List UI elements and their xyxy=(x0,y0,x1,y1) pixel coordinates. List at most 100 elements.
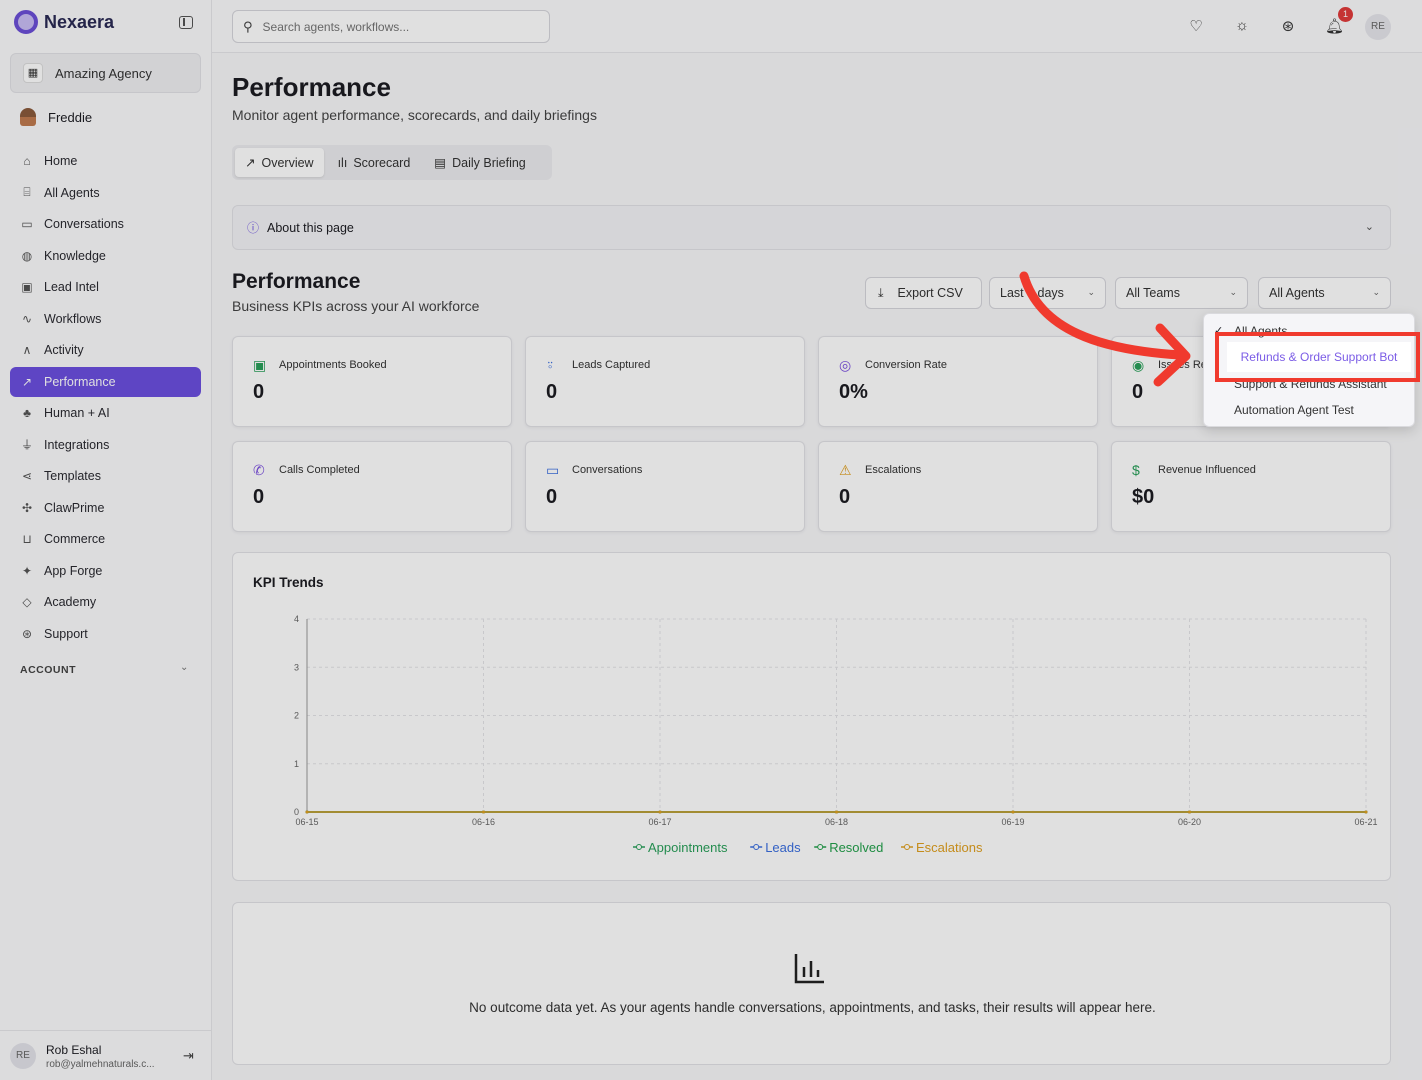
tab-scorecard[interactable]: ılı Scorecard xyxy=(328,148,421,177)
y-tick-label: 3 xyxy=(294,662,299,672)
data-point xyxy=(658,810,662,814)
data-point xyxy=(482,810,485,814)
sidebar-item-workflows[interactable]: ∿ Workflows xyxy=(10,304,201,334)
brand-name: Nexaera xyxy=(44,11,115,32)
workspace-name: Amazing Agency xyxy=(55,65,152,81)
section-title: Performance xyxy=(232,270,361,293)
dropdown-option-refunds-order-bot[interactable]: Refunds & Order Support Bot xyxy=(1227,342,1411,372)
building-icon: ▦ xyxy=(23,63,43,83)
sidebar-item-clawprime[interactable]: ✣ ClawPrime xyxy=(10,493,201,523)
sidebar-item-lead-intel[interactable]: ▣ Lead Intel xyxy=(10,272,201,302)
kpi-card-appointments: ▣ Appointments Booked 0 xyxy=(232,336,512,427)
y-tick-label: 0 xyxy=(294,807,299,817)
empty-state-text: No outcome data yet. As your agents hand… xyxy=(469,1000,1156,1015)
sidebar-item-academy[interactable]: ◇ Academy xyxy=(10,587,201,617)
share-icon: ⋖ xyxy=(21,469,33,483)
sidebar-item-knowledge[interactable]: ◍ Knowledge xyxy=(10,241,201,271)
annotation-arrow-icon xyxy=(1019,271,1191,387)
about-accordion[interactable]: ⓘ About this page ⌄ xyxy=(232,205,1391,250)
topbar: ⚲ ♡ ☼ ⊛ 🔔︎ 1 RE xyxy=(212,0,1422,53)
kpi-card-escalations: ⚠ Escalations 0 xyxy=(818,441,1098,532)
tab-bar: ↗ Overview ılı Scorecard ▤ Daily Briefing xyxy=(232,145,552,180)
network-icon: ♣ xyxy=(23,406,31,420)
footer-user-name: Rob Eshal xyxy=(46,1043,102,1057)
sidebar-item-support[interactable]: ⊛ Support xyxy=(10,619,201,649)
data-point xyxy=(1011,810,1015,814)
page-subtitle: Monitor agent performance, scorecards, a… xyxy=(232,107,597,123)
user-avatar xyxy=(20,108,36,126)
trend-icon: ↗ xyxy=(21,374,33,389)
home-icon: ⌂ xyxy=(23,154,31,168)
sidebar-item-human-ai[interactable]: ♣ Human + AI xyxy=(10,398,201,428)
sidebar-collapse-icon[interactable] xyxy=(179,16,193,29)
chat-icon: ▭ xyxy=(21,217,33,231)
kpi-card-calls: ✆ Calls Completed 0 xyxy=(232,441,512,532)
sidebar-item-home[interactable]: ⌂ Home xyxy=(10,146,201,176)
kpi-trends-card: KPI Trends 0 1 2 3 4 06-15 06-16 06-17 06-18 06-1… xyxy=(232,552,1391,881)
data-point xyxy=(835,810,838,814)
phone-icon: ✆ xyxy=(253,462,265,478)
dropdown-option-automation-test[interactable]: Automation Agent Test xyxy=(1234,403,1354,417)
user-plus-icon: ⍤ xyxy=(546,357,555,373)
bar-chart-icon: ılı xyxy=(337,155,348,170)
search-box[interactable]: ⚲ xyxy=(232,10,550,43)
sidebar-item-activity[interactable]: ∧ Activity xyxy=(10,335,201,365)
activity-icon: ∧ xyxy=(22,343,32,357)
y-tick-label: 2 xyxy=(294,711,299,721)
about-label: About this page xyxy=(267,220,354,235)
sidebar-item-performance[interactable]: ↗ Performance xyxy=(10,366,201,397)
paw-icon: ✣ xyxy=(21,500,33,515)
warning-icon: ⚠ xyxy=(839,462,852,478)
sidebar-item-all-agents[interactable]: ⌸ All Agents xyxy=(10,178,201,208)
x-tick-label: 06-17 xyxy=(648,817,671,827)
graduation-icon: ◇ xyxy=(22,595,32,609)
account-section-label[interactable]: ACCOUNT xyxy=(20,664,76,676)
workspace-switcher[interactable]: ▦ Amazing Agency xyxy=(10,53,201,93)
support-icon[interactable]: ⊛ xyxy=(1279,17,1297,35)
y-tick-label: 1 xyxy=(294,759,299,769)
agents-select[interactable]: All Agents ⌄ xyxy=(1258,277,1391,309)
chevron-down-icon[interactable]: ⌄ xyxy=(180,662,188,673)
data-point xyxy=(305,810,309,814)
sidebar-item-conversations[interactable]: ▭ Conversations xyxy=(10,209,201,239)
plug-icon: ⏚ xyxy=(20,438,33,452)
legend-label: Leads xyxy=(765,840,801,855)
logout-icon[interactable]: ⇥ xyxy=(183,1048,194,1064)
legend-label: Escalations xyxy=(916,840,983,855)
heart-icon[interactable]: ♡ xyxy=(1187,17,1205,35)
sun-icon[interactable]: ☼ xyxy=(1233,17,1251,34)
lifebuoy-icon: ⊛ xyxy=(21,626,33,641)
cart-icon: ⊔ xyxy=(22,532,32,546)
sidebar-footer: RE Rob Eshal rob@yalmehnaturals.c... ⇥ xyxy=(0,1030,211,1080)
export-csv-button[interactable]: ⤓ Export CSV xyxy=(865,277,982,309)
tab-daily-briefing[interactable]: ▤ Daily Briefing xyxy=(424,148,535,177)
sidebar: Nexaera ▦ Amazing Agency Freddie ⌂ Home ⌸… xyxy=(0,0,212,1080)
sidebar-item-templates[interactable]: ⋖ Templates xyxy=(10,461,201,491)
trend-icon: ↗ xyxy=(245,156,256,170)
legend-label: Resolved xyxy=(829,840,883,855)
sidebar-item-integrations[interactable]: ⏚ Integrations xyxy=(10,430,201,460)
tab-overview[interactable]: ↗ Overview xyxy=(235,148,324,177)
page-title: Performance xyxy=(232,72,391,102)
x-tick-label: 06-21 xyxy=(1354,817,1377,827)
sidebar-item-app-forge[interactable]: ✦ App Forge xyxy=(10,556,201,586)
sidebar-item-commerce[interactable]: ⊔ Commerce xyxy=(10,524,201,554)
legend-marker xyxy=(753,844,760,850)
logo-icon xyxy=(14,10,38,34)
legend-label: Appointments xyxy=(648,840,728,855)
y-tick-label: 4 xyxy=(294,614,299,624)
brand-logo[interactable]: Nexaera xyxy=(14,10,114,34)
download-icon: ⤓ xyxy=(878,285,884,300)
legend-marker xyxy=(904,844,910,850)
x-tick-label: 06-15 xyxy=(295,817,318,827)
data-point xyxy=(1188,810,1191,814)
search-input[interactable] xyxy=(262,19,533,34)
chevron-down-icon: ⌄ xyxy=(1229,287,1237,297)
bar-chart-icon xyxy=(794,954,824,984)
x-tick-label: 06-18 xyxy=(825,817,848,827)
footer-avatar: RE xyxy=(10,1043,36,1069)
target-icon: ◎ xyxy=(839,357,852,373)
top-user-avatar[interactable]: RE xyxy=(1365,14,1391,40)
footer-user-email: rob@yalmehnaturals.c... xyxy=(46,1059,155,1070)
user-selector[interactable]: Freddie xyxy=(20,108,92,126)
